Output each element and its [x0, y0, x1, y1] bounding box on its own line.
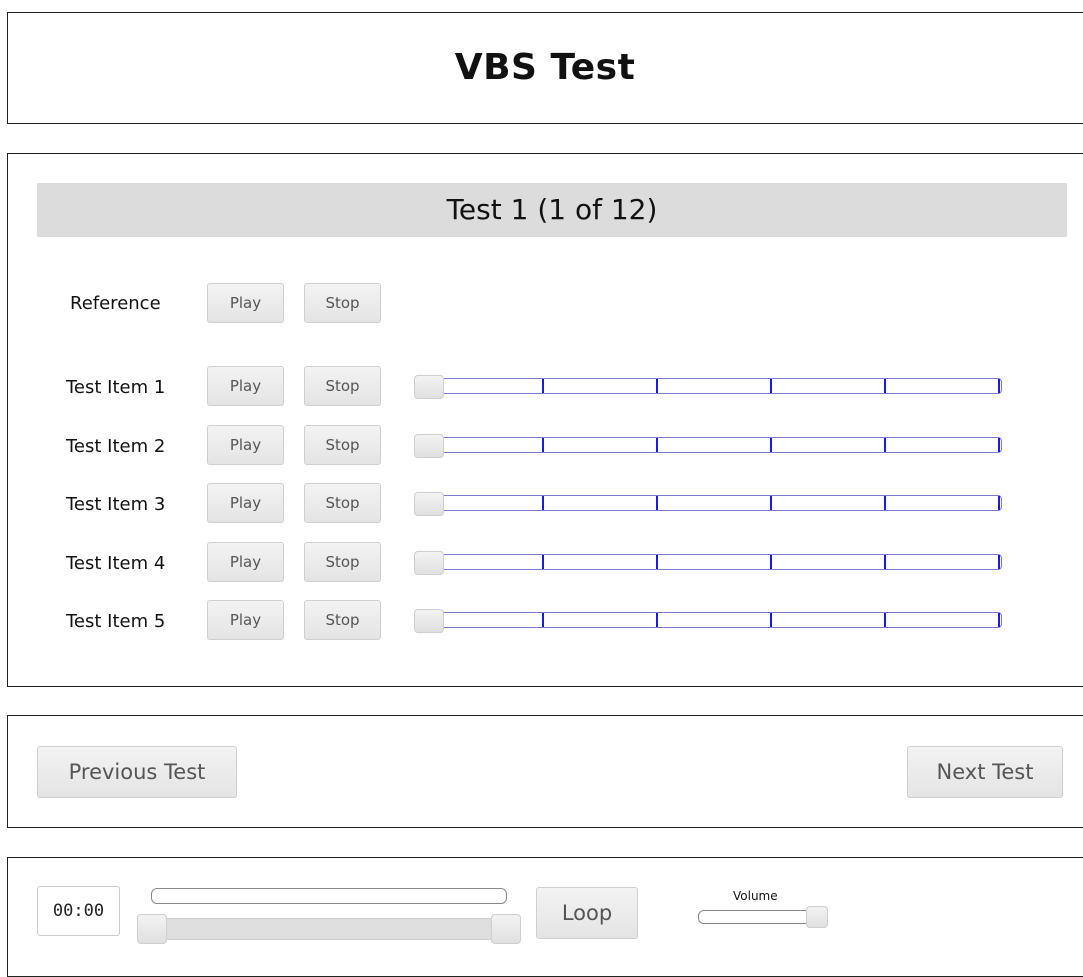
slider-tick: [542, 555, 544, 569]
slider-tick: [884, 613, 886, 627]
time-display: 00:00: [37, 886, 120, 936]
loop-button[interactable]: Loop: [536, 887, 638, 939]
test-title: Test 1 (1 of 12): [37, 183, 1067, 237]
slider-track[interactable]: [424, 378, 1002, 394]
slider-handle[interactable]: [414, 551, 444, 575]
slider-tick: [770, 379, 772, 393]
progress-bar[interactable]: [151, 888, 507, 904]
volume-label: Volume: [733, 889, 778, 903]
volume-handle[interactable]: [806, 906, 828, 928]
test-item-5-play-button[interactable]: Play: [207, 600, 284, 640]
test-item-2-stop-button[interactable]: Stop: [304, 425, 381, 465]
slider-handle[interactable]: [414, 609, 444, 633]
test-item-1-label: Test Item 1: [66, 377, 166, 398]
player-panel: 00:00 Loop Volume: [7, 857, 1083, 977]
slider-tick: [656, 438, 658, 452]
test-panel: Test 1 (1 of 12) Reference Play Stop Tes…: [7, 153, 1083, 687]
test-item-4-rating-slider[interactable]: [414, 551, 1002, 575]
test-item-3-rating-slider[interactable]: [414, 492, 1002, 516]
slider-tick: [884, 379, 886, 393]
slider-tick: [998, 613, 1000, 627]
seek-range-slider[interactable]: [137, 914, 521, 944]
page-title: VBS Test: [454, 47, 636, 88]
navigation-panel: Previous Test Next Test: [7, 715, 1083, 828]
slider-handle[interactable]: [414, 492, 444, 516]
test-item-3-play-button[interactable]: Play: [207, 483, 284, 523]
reference-play-button[interactable]: Play: [207, 283, 284, 323]
slider-handle[interactable]: [414, 375, 444, 399]
slider-tick: [542, 613, 544, 627]
slider-tick: [770, 613, 772, 627]
test-item-1-stop-button[interactable]: Stop: [304, 366, 381, 406]
header-panel: VBS Test: [7, 12, 1083, 124]
test-item-3-label: Test Item 3: [66, 494, 166, 515]
test-item-5-label: Test Item 5: [66, 611, 166, 632]
slider-track[interactable]: [424, 612, 1002, 628]
reference-stop-button[interactable]: Stop: [304, 283, 381, 323]
test-item-4-label: Test Item 4: [66, 553, 166, 574]
seek-end-handle[interactable]: [491, 914, 521, 944]
slider-tick: [542, 379, 544, 393]
slider-tick: [656, 555, 658, 569]
slider-handle[interactable]: [414, 434, 444, 458]
slider-tick: [656, 496, 658, 510]
slider-tick: [770, 555, 772, 569]
test-item-5-rating-slider[interactable]: [414, 609, 1002, 633]
slider-tick: [998, 438, 1000, 452]
slider-tick: [542, 438, 544, 452]
test-item-2-rating-slider[interactable]: [414, 434, 1002, 458]
slider-tick: [884, 496, 886, 510]
slider-tick: [998, 496, 1000, 510]
test-item-5-stop-button[interactable]: Stop: [304, 600, 381, 640]
test-item-2-label: Test Item 2: [66, 436, 166, 457]
next-test-button[interactable]: Next Test: [907, 746, 1063, 798]
slider-track[interactable]: [424, 495, 1002, 511]
slider-tick: [656, 613, 658, 627]
seek-start-handle[interactable]: [137, 914, 167, 944]
slider-tick: [656, 379, 658, 393]
test-item-3-stop-button[interactable]: Stop: [304, 483, 381, 523]
slider-tick: [884, 555, 886, 569]
test-item-1-play-button[interactable]: Play: [207, 366, 284, 406]
test-item-4-play-button[interactable]: Play: [207, 542, 284, 582]
slider-tick: [884, 438, 886, 452]
slider-tick: [998, 555, 1000, 569]
test-item-1-rating-slider[interactable]: [414, 375, 1002, 399]
volume-slider[interactable]: [698, 906, 828, 928]
seek-range-bar[interactable]: [151, 918, 507, 940]
slider-tick: [770, 496, 772, 510]
reference-label: Reference: [70, 293, 161, 314]
slider-track[interactable]: [424, 437, 1002, 453]
slider-tick: [770, 438, 772, 452]
test-item-4-stop-button[interactable]: Stop: [304, 542, 381, 582]
slider-tick: [998, 379, 1000, 393]
volume-track[interactable]: [698, 910, 818, 924]
previous-test-button[interactable]: Previous Test: [37, 746, 237, 798]
slider-track[interactable]: [424, 554, 1002, 570]
slider-tick: [542, 496, 544, 510]
test-item-2-play-button[interactable]: Play: [207, 425, 284, 465]
